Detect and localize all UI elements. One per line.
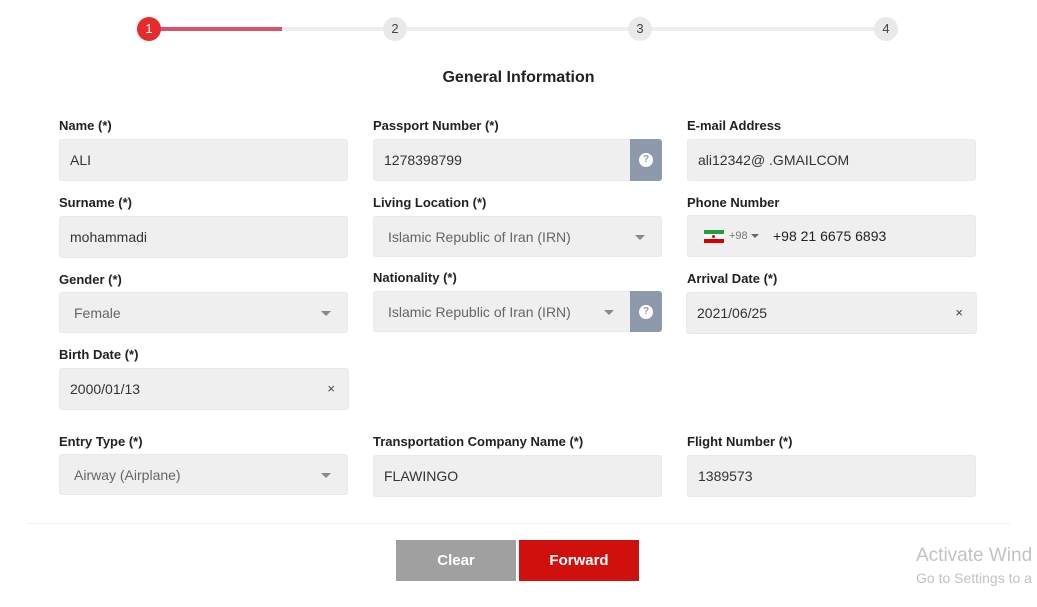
nationality-value: Islamic Republic of Iran (IRN) [388, 304, 571, 320]
flight-number-value: 1389573 [698, 468, 753, 484]
nationality-select[interactable]: Islamic Republic of Iran (IRN) [373, 291, 631, 332]
phone-label: Phone Number [687, 195, 780, 210]
birth-date-value: 2000/01/13 [70, 381, 141, 397]
nationality-help-button[interactable]: ? [630, 291, 662, 332]
passport-number-label: Passport Number (*) [373, 118, 499, 133]
entry-type-label: Entry Type (*) [59, 434, 143, 449]
gender-label: Gender (*) [59, 272, 122, 287]
phone-input[interactable]: +98 +98 21 6675 6893 [687, 215, 976, 257]
name-label: Name (*) [59, 118, 112, 133]
chevron-down-icon [635, 235, 645, 240]
chevron-down-icon[interactable] [751, 234, 759, 238]
progress-stepper: 1 2 3 4 [137, 17, 898, 41]
surname-value: mohammadi [70, 229, 148, 245]
living-location-label: Living Location (*) [373, 195, 487, 210]
transportation-company-label: Transportation Company Name (*) [373, 434, 584, 449]
country-code[interactable]: +98 [729, 216, 748, 256]
email-label: E-mail Address [687, 118, 782, 133]
transportation-company-value: FLAWINGO [384, 468, 459, 484]
activate-windows-watermark: Activate Wind Go to Settings to a [916, 545, 1032, 586]
arrival-date-label: Arrival Date (*) [687, 271, 778, 286]
arrival-date-value: 2021/06/25 [697, 305, 768, 321]
email-input[interactable]: ali12342@ .GMAILCOM [687, 139, 976, 181]
surname-label: Surname (*) [59, 195, 132, 210]
step-1[interactable]: 1 [137, 17, 161, 41]
name-value: ALI [70, 152, 92, 168]
section-title: General Information [442, 69, 595, 86]
gender-value: Female [74, 305, 121, 321]
clear-button[interactable]: Clear [396, 540, 516, 581]
forward-button[interactable]: Forward [519, 540, 639, 581]
clear-date-icon[interactable]: × [955, 293, 963, 333]
transportation-company-input[interactable]: FLAWINGO [373, 455, 662, 497]
divider [28, 523, 1010, 524]
watermark-line-2: Go to Settings to a [916, 570, 1032, 586]
step-3[interactable]: 3 [628, 17, 652, 41]
step-2[interactable]: 2 [383, 17, 407, 41]
living-location-select[interactable]: Islamic Republic of Iran (IRN) [373, 216, 662, 257]
nationality-label: Nationality (*) [373, 270, 457, 285]
passport-help-button[interactable]: ? [630, 139, 662, 181]
arrival-date-input[interactable]: 2021/06/25 × [686, 292, 977, 334]
clear-date-icon[interactable]: × [327, 369, 335, 409]
gender-select[interactable]: Female [59, 292, 348, 333]
stepper-progress [149, 27, 282, 31]
birth-date-label: Birth Date (*) [59, 347, 139, 362]
step-4[interactable]: 4 [874, 17, 898, 41]
flight-number-label: Flight Number (*) [687, 434, 793, 449]
stepper-track [149, 27, 886, 31]
passport-number-input[interactable]: 1278398799 [373, 139, 631, 181]
name-input[interactable]: ALI [59, 139, 348, 181]
watermark-line-1: Activate Wind [916, 545, 1033, 566]
chevron-down-icon [321, 311, 331, 316]
email-value: ali12342@ .GMAILCOM [698, 152, 850, 168]
birth-date-input[interactable]: 2000/01/13 × [59, 368, 349, 410]
question-circle-icon: ? [639, 153, 653, 167]
question-circle-icon: ? [639, 305, 653, 319]
surname-input[interactable]: mohammadi [59, 216, 348, 258]
phone-value: +98 21 6675 6893 [773, 228, 887, 244]
entry-type-value: Airway (Airplane) [74, 467, 181, 483]
living-location-value: Islamic Republic of Iran (IRN) [388, 229, 571, 245]
flight-number-input[interactable]: 1389573 [687, 455, 976, 497]
entry-type-select[interactable]: Airway (Airplane) [59, 454, 348, 495]
chevron-down-icon [321, 473, 331, 478]
chevron-down-icon [604, 310, 614, 315]
passport-number-value: 1278398799 [384, 152, 462, 168]
iran-flag-icon[interactable] [704, 230, 724, 243]
